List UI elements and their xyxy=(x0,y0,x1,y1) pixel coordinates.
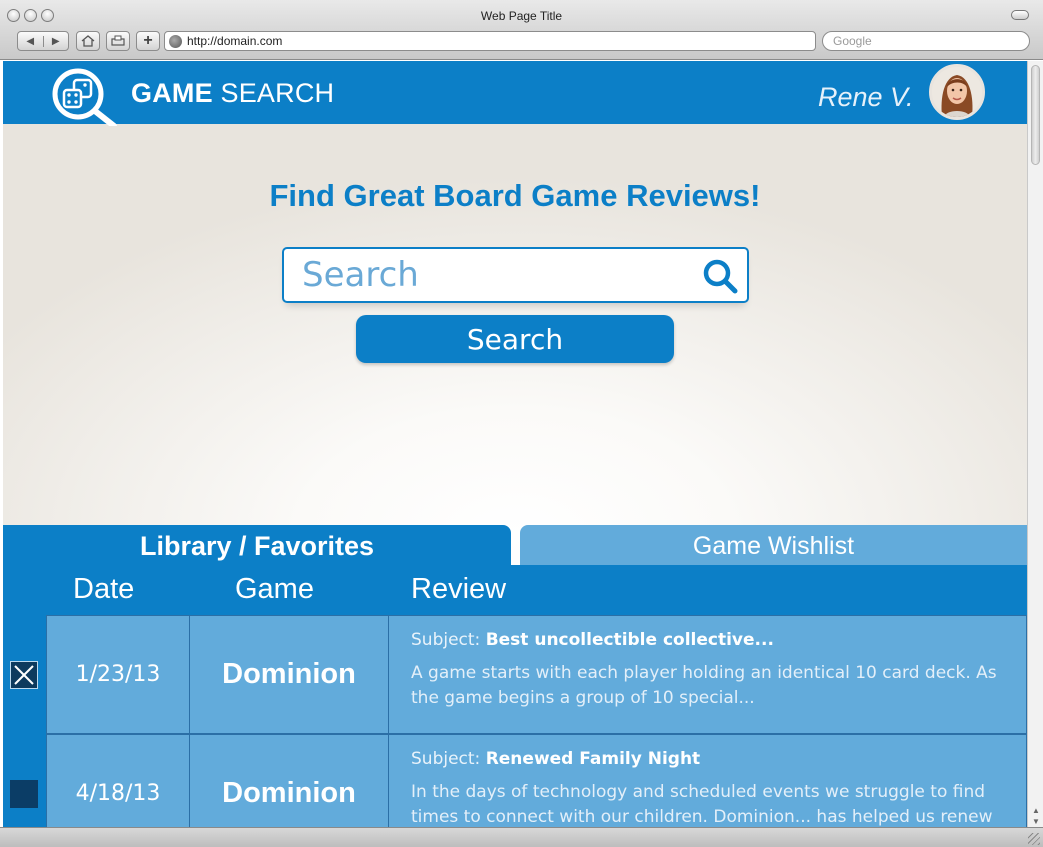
forward-arrow-icon[interactable]: ▶ xyxy=(42,35,69,47)
browser-chrome: Web Page Title ◀ ▶ + http://domain.com G… xyxy=(0,0,1043,60)
window-title: Web Page Title xyxy=(480,9,563,23)
table-row[interactable]: 4/18/13 Dominion Subject: Renewed Family… xyxy=(46,734,1027,827)
home-icon[interactable] xyxy=(76,31,100,51)
game-name[interactable]: Dominion xyxy=(190,735,389,827)
add-bookmark-icon[interactable]: + xyxy=(136,31,160,51)
game-name[interactable]: Dominion xyxy=(190,616,389,733)
subject-text: Best uncollectible collective... xyxy=(485,630,774,650)
subject-prefix: Subject: xyxy=(411,749,486,769)
tab-game-wishlist[interactable]: Game Wishlist xyxy=(520,525,1027,565)
column-header-game[interactable]: Game xyxy=(235,573,314,606)
app-header: GAME SEARCH Rene V. xyxy=(3,61,1027,126)
user-portrait-icon xyxy=(932,67,982,117)
review-cell[interactable]: Subject: Renewed Family Night In the day… xyxy=(389,735,1027,827)
search-icon[interactable] xyxy=(702,258,738,294)
scroll-arrows[interactable]: ▲ ▼ xyxy=(1030,805,1042,827)
search-button[interactable]: Search xyxy=(356,315,674,363)
close-x-icon xyxy=(14,665,34,685)
review-subject: Subject: Renewed Family Night xyxy=(411,749,1006,769)
toolbar-toggle-button[interactable] xyxy=(1011,10,1029,20)
resize-grip-icon[interactable] xyxy=(1028,833,1040,845)
scrollbar-thumb[interactable] xyxy=(1031,65,1040,165)
search-input[interactable] xyxy=(302,253,692,297)
page-title: Find Great Board Game Reviews! xyxy=(269,178,761,213)
brand-light: SEARCH xyxy=(212,78,335,108)
search-field xyxy=(282,247,749,303)
tab-library-favorites[interactable]: Library / Favorites xyxy=(3,525,511,565)
browser-search-field[interactable]: Google xyxy=(822,31,1030,51)
brand-bold: GAME xyxy=(131,78,213,108)
row-checkbox[interactable] xyxy=(10,780,38,808)
back-arrow-icon[interactable]: ◀ xyxy=(18,36,43,47)
column-header-date[interactable]: Date xyxy=(73,573,134,606)
avatar[interactable] xyxy=(929,64,985,120)
review-excerpt: A game starts with each player holding a… xyxy=(411,663,997,708)
column-header-review[interactable]: Review xyxy=(411,573,506,606)
page-viewport: GAME SEARCH Rene V. Find Great Board Gam… xyxy=(3,61,1027,827)
address-bar[interactable]: http://domain.com xyxy=(164,31,816,51)
back-forward-buttons: ◀ ▶ xyxy=(17,31,69,51)
row-checkbox-checked[interactable] xyxy=(10,661,38,689)
print-icon[interactable] xyxy=(106,31,130,51)
dice-magnifier-logo-icon[interactable] xyxy=(49,66,121,126)
status-bar xyxy=(0,827,1043,847)
vertical-scrollbar[interactable]: ▲ ▼ xyxy=(1027,61,1043,827)
review-cell[interactable]: Subject: Best uncollectible collective..… xyxy=(389,616,1027,733)
review-subject: Subject: Best uncollectible collective..… xyxy=(411,630,1006,650)
app-brand[interactable]: GAME SEARCH xyxy=(131,78,334,109)
reviews-table: Date Game Review 1/23/13 Dominion Subjec… xyxy=(3,565,1027,827)
globe-icon xyxy=(169,35,182,48)
subject-prefix: Subject: xyxy=(411,630,486,650)
review-date: 1/23/13 xyxy=(46,616,190,733)
table-row[interactable]: 1/23/13 Dominion Subject: Best uncollect… xyxy=(46,615,1027,734)
review-excerpt: In the days of technology and scheduled … xyxy=(411,782,993,827)
address-text: http://domain.com xyxy=(187,34,283,48)
user-name[interactable]: Rene V. xyxy=(818,82,914,113)
review-date: 4/18/13 xyxy=(46,735,190,827)
subject-text: Renewed Family Night xyxy=(485,749,701,769)
